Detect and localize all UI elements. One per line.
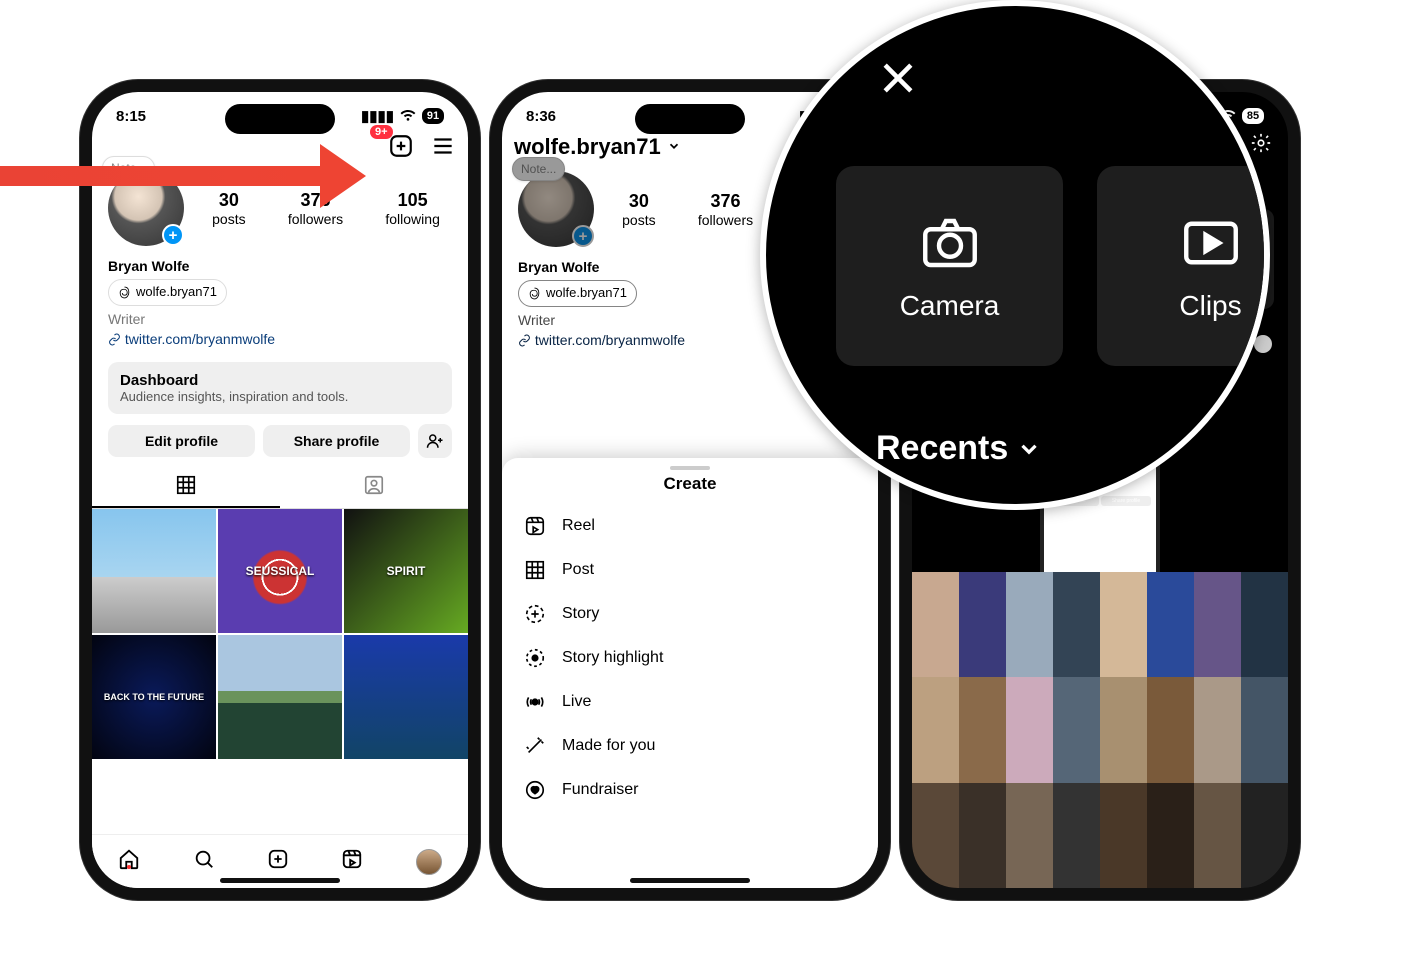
sheet-title: Create bbox=[502, 474, 878, 494]
posts-grid: SEUSSICAL SPIRIT BACK TO THE FUTURE bbox=[92, 509, 468, 759]
reel-icon bbox=[524, 515, 546, 537]
followers-stat[interactable]: 376 followers bbox=[698, 191, 753, 228]
add-story-plus[interactable]: + bbox=[162, 224, 184, 246]
threads-badge[interactable]: wolfe.bryan71 bbox=[518, 280, 637, 307]
settings-button[interactable] bbox=[1250, 132, 1272, 159]
threads-badge[interactable]: wolfe.bryan71 bbox=[108, 279, 227, 306]
post-thumbnail[interactable]: SPIRIT bbox=[344, 509, 468, 633]
create-live[interactable]: Live bbox=[502, 680, 878, 724]
clips-option[interactable]: Clips bbox=[1097, 166, 1270, 366]
edit-profile-button[interactable]: Edit profile bbox=[108, 425, 255, 457]
display-name: Bryan Wolfe bbox=[108, 256, 452, 276]
camera-option[interactable]: Camera bbox=[836, 166, 1063, 366]
header-username[interactable]: wolfe.bryan71 bbox=[514, 134, 681, 160]
profile-tab[interactable] bbox=[416, 849, 442, 875]
post-thumbnail[interactable] bbox=[218, 635, 342, 759]
post-thumbnail[interactable] bbox=[344, 635, 468, 759]
add-story-plus[interactable]: + bbox=[572, 225, 594, 247]
create-fundraiser[interactable]: Fundraiser bbox=[502, 768, 878, 812]
recents-label[interactable]: Recents bbox=[876, 429, 1042, 468]
live-icon bbox=[524, 691, 546, 713]
bio-link[interactable]: twitter.com/bryanmwolfe bbox=[108, 329, 452, 349]
grid-tab[interactable] bbox=[92, 464, 280, 508]
profile-bio: Bryan Wolfe wolfe.bryan71 Writer twitter… bbox=[92, 254, 468, 352]
close-icon[interactable] bbox=[876, 56, 920, 105]
status-time: 8:15 bbox=[116, 108, 146, 125]
dynamic-island bbox=[225, 104, 335, 134]
home-indicator bbox=[630, 878, 750, 883]
post-thumbnail[interactable] bbox=[92, 509, 216, 633]
status-time: 8:36 bbox=[526, 108, 556, 125]
sheet-grabber[interactable] bbox=[670, 466, 710, 470]
dashboard-card[interactable]: Dashboard Audience insights, inspiration… bbox=[108, 362, 452, 414]
post-thumbnail[interactable]: SEUSSICAL bbox=[218, 509, 342, 633]
note-bubble[interactable]: Note... bbox=[512, 157, 565, 181]
battery-level: 85 bbox=[1242, 108, 1264, 124]
create-post[interactable]: Post bbox=[502, 548, 878, 592]
discover-people-button[interactable] bbox=[418, 424, 452, 458]
story-icon bbox=[524, 603, 546, 625]
dynamic-island bbox=[635, 104, 745, 134]
search-tab[interactable] bbox=[193, 848, 215, 875]
highlight-icon bbox=[524, 647, 546, 669]
gallery-grid-blurred bbox=[912, 572, 1288, 888]
create-story[interactable]: Story bbox=[502, 592, 878, 636]
battery-level: 91 bbox=[422, 108, 444, 124]
home-tab[interactable] bbox=[118, 848, 140, 875]
post-thumbnail[interactable]: BACK TO THE FUTURE bbox=[92, 635, 216, 759]
reels-tab[interactable] bbox=[341, 848, 363, 875]
signal-icon: ▮▮▮▮ bbox=[361, 107, 394, 125]
bio-role: Writer bbox=[108, 309, 452, 329]
menu-button[interactable] bbox=[430, 133, 456, 159]
posts-stat[interactable]: 30 posts bbox=[622, 191, 655, 228]
create-mfy[interactable]: Made for you bbox=[502, 724, 878, 768]
zoom-callout: Camera Clips Recents bbox=[760, 0, 1270, 510]
create-reel[interactable]: Reel bbox=[502, 504, 878, 548]
heart-circle-icon bbox=[524, 779, 546, 801]
create-sheet: Create Reel Post Story Story highlight L… bbox=[502, 458, 878, 888]
wifi-icon bbox=[400, 106, 416, 126]
tagged-tab[interactable] bbox=[280, 464, 468, 508]
home-indicator bbox=[220, 878, 340, 883]
create-highlight[interactable]: Story highlight bbox=[502, 636, 878, 680]
instruction-arrow bbox=[0, 136, 400, 216]
grid-icon bbox=[524, 559, 546, 581]
share-profile-button[interactable]: Share profile bbox=[263, 425, 410, 457]
wand-icon bbox=[524, 735, 546, 757]
home-notification-dot bbox=[127, 865, 131, 869]
new-post-tab[interactable] bbox=[267, 848, 289, 875]
profile-avatar[interactable]: Note... + bbox=[518, 171, 594, 247]
